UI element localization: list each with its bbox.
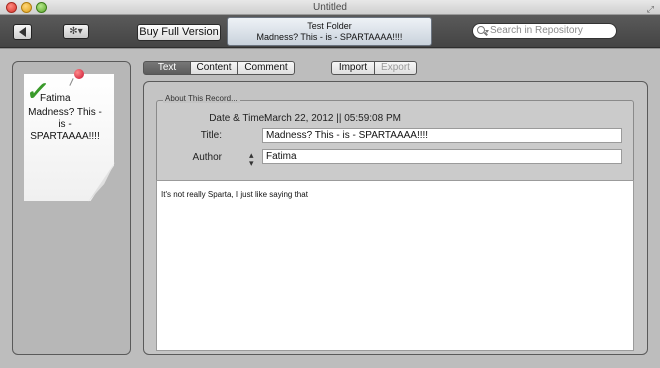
import-button[interactable]: Import <box>331 61 375 75</box>
close-window-button[interactable] <box>6 2 17 13</box>
tab-comment[interactable]: Comment <box>238 61 295 75</box>
current-folder-label: Test Folder Madness? This - is - SPARTAA… <box>227 17 432 46</box>
tab-text[interactable]: Text <box>143 61 191 75</box>
import-export-group: Import Export <box>331 61 417 75</box>
search-placeholder: Search in Repository <box>490 25 583 36</box>
pushpin-icon <box>74 69 84 79</box>
author-stepper-icon[interactable]: ▴ ▾ <box>249 151 254 168</box>
view-tabs: Text Content Comment <box>143 61 295 75</box>
minimize-window-button[interactable] <box>21 2 32 13</box>
back-arrow-icon <box>19 27 26 37</box>
datetime-label: Date & Time: <box>209 113 267 124</box>
window-title: Untitled <box>313 2 347 13</box>
gear-icon: ✻▾ <box>69 26 83 37</box>
author-label: Author <box>192 152 222 163</box>
window-titlebar: Untitled ⤢ <box>0 0 660 15</box>
title-label: Title: <box>200 130 222 141</box>
tab-content[interactable]: Content <box>191 61 238 75</box>
folder-name: Test Folder <box>307 21 352 31</box>
body-text: It's not really Sparta, I just like sayi… <box>161 190 308 199</box>
title-field[interactable]: Madness? This - is - SPARTAAAA!!!! <box>262 128 622 143</box>
note-author: Fatima <box>40 93 71 104</box>
record-text-area[interactable]: It's not really Sparta, I just like sayi… <box>156 180 634 351</box>
back-button[interactable] <box>13 24 32 40</box>
datetime-value: March 22, 2012 || 05:59:08 PM <box>264 113 401 124</box>
search-options-icon <box>485 30 489 33</box>
toolbar: ✻▾ Buy Full Version Test Folder Madness?… <box>0 15 660 48</box>
search-field[interactable]: Search in Repository <box>472 23 617 39</box>
record-info-legend: About This Record... <box>163 94 240 103</box>
author-field[interactable]: Fatima <box>262 149 622 164</box>
search-icon <box>477 26 485 34</box>
export-button[interactable]: Export <box>375 61 417 75</box>
record-name: Madness? This - is - SPARTAAAA!!!! <box>256 32 403 42</box>
buy-full-version-button[interactable]: Buy Full Version <box>137 24 221 41</box>
records-sidebar: ✓ Fatima Madness? This - is - SPARTAAAA!… <box>12 61 131 355</box>
zoom-window-button[interactable] <box>36 2 47 13</box>
note-title: Madness? This - is - SPARTAAAA!!!! <box>28 107 102 142</box>
action-menu-button[interactable]: ✻▾ <box>63 24 89 39</box>
